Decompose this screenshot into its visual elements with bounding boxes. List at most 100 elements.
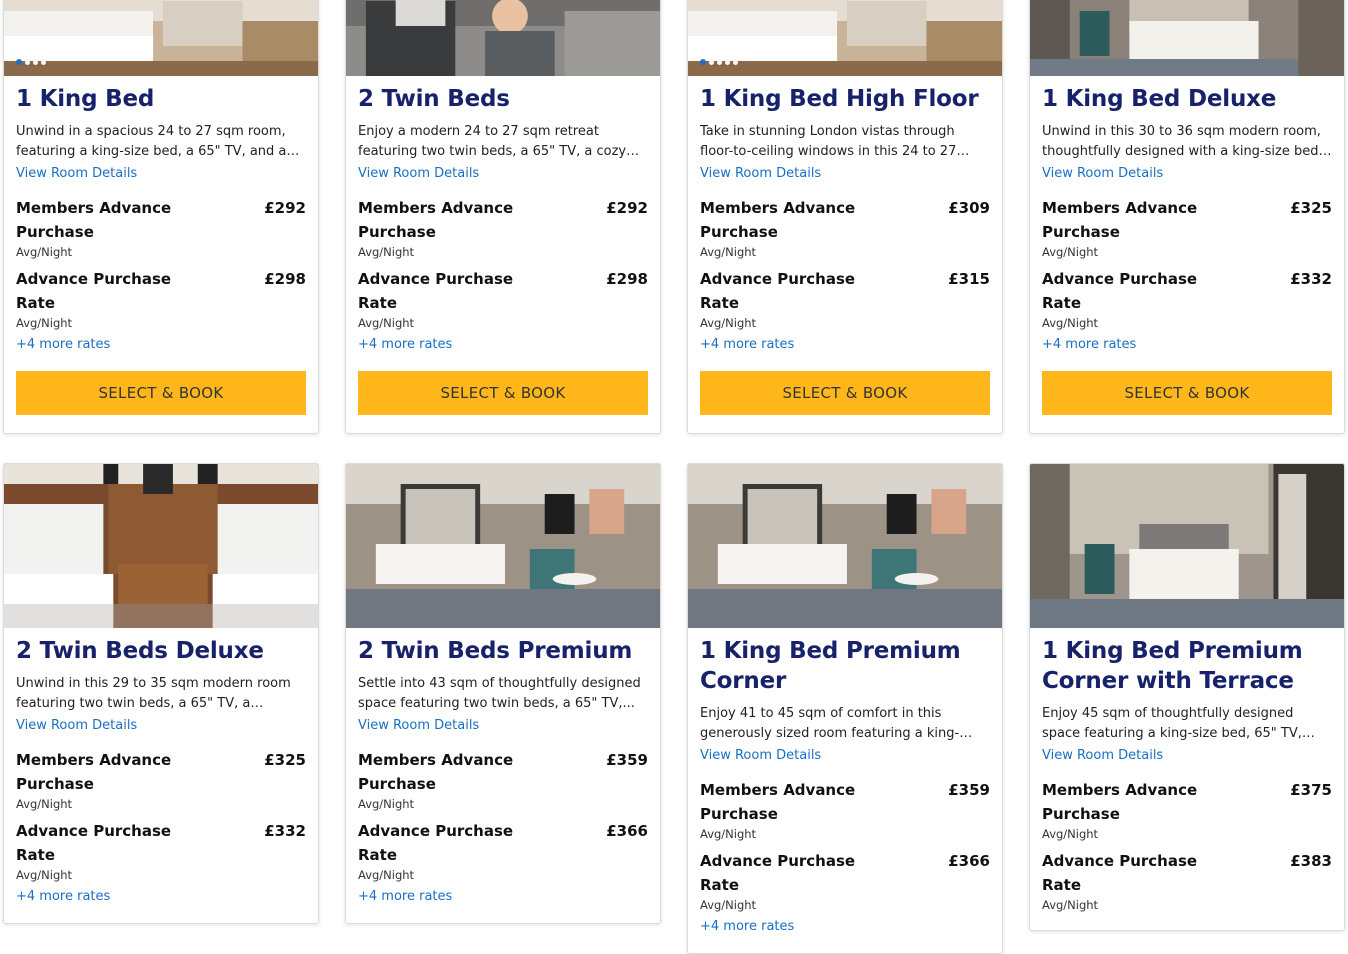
rate-unit: Avg/Night [358,316,415,330]
rate-row[interactable]: Members Advance Purchase Avg/Night £292 [16,196,306,259]
rate-unit: Avg/Night [700,316,757,330]
rate-row[interactable]: Members Advance Purchase Avg/Night £325 [1042,196,1332,259]
view-room-details-link[interactable]: View Room Details [358,165,479,182]
rate-row[interactable]: Advance Purchase Rate Avg/Night £383 [1042,849,1332,912]
carousel-dot[interactable] [733,59,738,65]
rate-unit: Avg/Night [358,797,415,811]
rate-row[interactable]: Advance Purchase Rate Avg/Night £332 [16,819,306,882]
room-photo[interactable] [4,464,318,628]
rate-row[interactable]: Members Advance Purchase Avg/Night £375 [1042,778,1332,841]
view-room-details-link[interactable]: View Room Details [700,165,821,182]
view-room-details-link[interactable]: View Room Details [1042,747,1163,764]
room-card: 1 King Bed Premium Corner Enjoy 41 to 45… [687,463,1003,954]
rate-row[interactable]: Advance Purchase Rate Avg/Night £366 [700,849,990,912]
rate-name: Members Advance Purchase [700,781,856,823]
rate-unit: Avg/Night [700,827,757,841]
more-rates-link[interactable]: +4 more rates [700,336,794,353]
more-rates-link[interactable]: +4 more rates [1042,336,1136,353]
more-rates-link[interactable]: +4 more rates [16,888,110,905]
more-rates-link[interactable]: +4 more rates [700,918,794,935]
carousel-dot[interactable] [700,59,706,65]
rate-price: £315 [948,270,990,288]
carousel-dot[interactable] [725,59,730,65]
rate-row[interactable]: Advance Purchase Rate Avg/Night £298 [16,267,306,330]
select-and-book-button[interactable]: SELECT & BOOK [16,371,306,415]
room-title: 1 King Bed Deluxe [1042,86,1277,112]
select-and-book-button[interactable]: SELECT & BOOK [358,371,648,415]
rate-name: Members Advance Purchase [358,751,514,793]
rate-row[interactable]: Advance Purchase Rate Avg/Night £315 [700,267,990,330]
more-rates-link[interactable]: +4 more rates [16,336,110,353]
rate-row[interactable]: Members Advance Purchase Avg/Night £292 [358,196,648,259]
room-card: 1 King Bed Premium Corner with Terrace E… [1029,463,1345,931]
rate-row[interactable]: Advance Purchase Rate Avg/Night £332 [1042,267,1332,330]
view-room-details-link[interactable]: View Room Details [1042,165,1163,182]
room-title: 1 King Bed High Floor [700,86,979,112]
carousel-dot[interactable] [41,59,46,65]
room-description: Settle into 43 sqm of thoughtfully desig… [358,676,641,711]
select-and-book-button[interactable]: SELECT & BOOK [700,371,990,415]
room-photo[interactable] [1030,464,1344,628]
rate-name: Advance Purchase Rate [1042,270,1198,312]
rate-unit: Avg/Night [16,797,73,811]
rate-name: Members Advance Purchase [1042,199,1198,241]
room-photo[interactable] [688,0,1002,76]
carousel-dot[interactable] [717,59,722,65]
room-title: 2 Twin Beds Premium [358,638,633,664]
room-title: 2 Twin Beds Deluxe [16,638,264,664]
rate-price: £359 [948,781,990,799]
room-photo[interactable] [346,0,660,76]
more-rates-link[interactable]: +4 more rates [358,336,452,353]
select-and-book-button[interactable]: SELECT & BOOK [1042,371,1332,415]
rate-price: £332 [1290,270,1332,288]
rate-row[interactable]: Advance Purchase Rate Avg/Night £298 [358,267,648,330]
carousel-dot[interactable] [25,59,30,65]
view-room-details-link[interactable]: View Room Details [700,747,821,764]
rate-unit: Avg/Night [16,868,73,882]
room-description: Enjoy 41 to 45 sqm of comfort in this ge… [700,706,960,741]
rate-row[interactable]: Members Advance Purchase Avg/Night £359 [358,748,648,811]
room-photo[interactable] [688,464,1002,628]
rate-unit: Avg/Night [1042,898,1099,912]
view-room-details-link[interactable]: View Room Details [358,717,479,734]
rate-name: Advance Purchase Rate [700,852,856,894]
room-card: 1 King Bed High Floor Take in stunning L… [687,0,1003,434]
rate-unit: Avg/Night [358,245,415,259]
rate-price: £298 [264,270,306,288]
rate-unit: Avg/Night [700,245,757,259]
carousel-dot[interactable] [709,59,714,65]
rate-name: Members Advance Purchase [1042,781,1198,823]
rate-unit: Avg/Night [16,245,73,259]
rate-name: Advance Purchase Rate [16,270,172,312]
carousel-dots[interactable] [16,59,46,65]
room-description: Unwind in this 29 to 35 sqm modern room … [16,676,291,711]
rate-row[interactable]: Members Advance Purchase Avg/Night £359 [700,778,990,841]
room-photo[interactable] [4,0,318,76]
room-card: 2 Twin Beds Premium Settle into 43 sqm o… [345,463,661,924]
carousel-dots[interactable] [700,59,738,65]
rate-row[interactable]: Advance Purchase Rate Avg/Night £366 [358,819,648,882]
more-rates-link[interactable]: +4 more rates [358,888,452,905]
rate-price: £309 [948,199,990,217]
carousel-dot[interactable] [33,59,38,65]
room-card: 2 Twin Beds Enjoy a modern 24 to 27 sqm … [345,0,661,434]
rate-row[interactable]: Members Advance Purchase Avg/Night £325 [16,748,306,811]
room-description: Enjoy 45 sqm of thoughtfully designed sp… [1042,706,1302,741]
room-title: 1 King Bed Premium Corner [700,638,961,694]
rate-price: £292 [264,199,306,217]
view-room-details-link[interactable]: View Room Details [16,165,137,182]
room-photo[interactable] [346,464,660,628]
room-description: Unwind in a spacious 24 to 27 sqm room, … [16,124,287,159]
view-room-details-link[interactable]: View Room Details [16,717,137,734]
rate-name: Members Advance Purchase [700,199,856,241]
room-card: 2 Twin Beds Deluxe Unwind in this 29 to … [3,463,319,924]
carousel-dot[interactable] [16,59,22,65]
room-card: 1 King Bed Deluxe Unwind in this 30 to 3… [1029,0,1345,434]
room-card: 1 King Bed Unwind in a spacious 24 to 27… [3,0,319,434]
rate-name: Members Advance Purchase [358,199,514,241]
room-results-grid: 1 King Bed Unwind in a spacious 24 to 27… [0,0,1348,954]
rate-name: Advance Purchase Rate [16,822,172,864]
rate-price: £375 [1290,781,1332,799]
room-photo[interactable] [1030,0,1344,76]
rate-row[interactable]: Members Advance Purchase Avg/Night £309 [700,196,990,259]
